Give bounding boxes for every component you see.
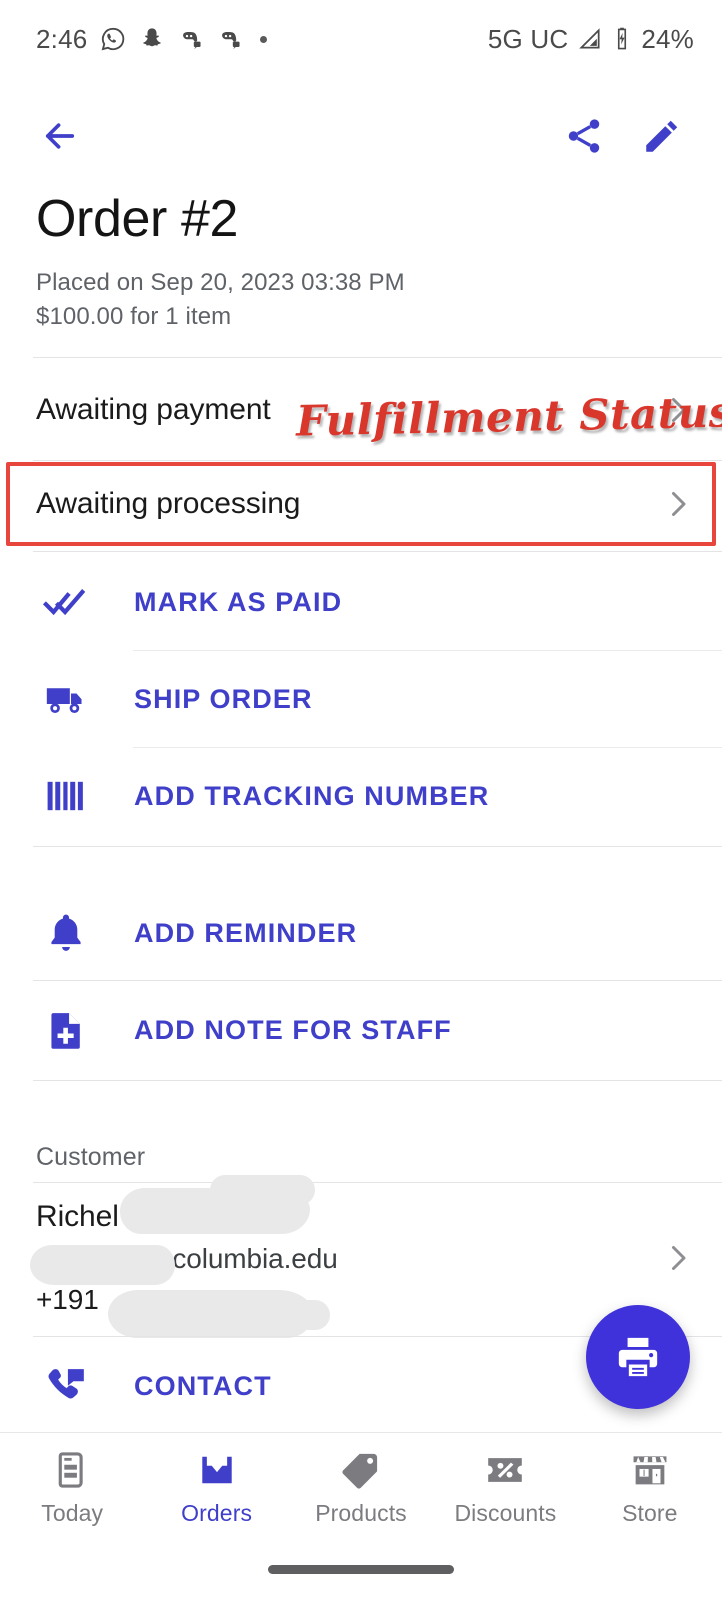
share-button[interactable]	[554, 106, 614, 166]
done-all-icon	[36, 572, 96, 632]
divider	[33, 460, 722, 461]
add-reminder-button[interactable]: ADD REMINDER	[0, 885, 722, 981]
edit-pencil-icon	[646, 120, 678, 152]
payment-status-row[interactable]: Awaiting payment	[0, 369, 722, 451]
print-icon	[618, 1337, 658, 1377]
dot-icon	[260, 35, 268, 43]
order-placed-date: Placed on Sep 20, 2023 03:38 PM	[36, 269, 405, 297]
add-tracking-number-label: ADD TRACKING NUMBER	[134, 780, 490, 811]
network-label: 5G UC	[487, 23, 569, 54]
payment-status-label: Awaiting payment	[36, 393, 271, 426]
order-header: Order #2 Placed on Sep 20, 2023 03:38 PM…	[36, 190, 686, 334]
customer-email: @columbia.edu	[144, 1243, 338, 1274]
nav-label-today: Today	[41, 1499, 104, 1526]
note-add-icon	[36, 1000, 96, 1060]
fulfillment-status-label: Awaiting processing	[36, 487, 301, 520]
divider	[33, 357, 722, 358]
customer-row[interactable]: Richel @columbia.edu +191	[0, 1186, 722, 1330]
battery-charging-icon	[618, 27, 627, 50]
nav-label-store: Store	[622, 1499, 678, 1526]
nav-label-products: Products	[315, 1499, 407, 1526]
bell-icon	[36, 903, 96, 963]
edit-button[interactable]	[632, 106, 692, 166]
app-bar	[0, 95, 722, 177]
page-title: Order #2	[36, 190, 239, 248]
status-bar-clock: 2:46	[36, 23, 88, 54]
customer-details: Richel @columbia.edu +191	[36, 1200, 338, 1316]
nav-item-today[interactable]: Today	[0, 1433, 144, 1543]
nav-label-orders: Orders	[181, 1499, 253, 1526]
chevron-right-icon	[660, 1240, 696, 1276]
discord-icon	[222, 31, 240, 50]
chevron-right-icon	[660, 392, 696, 428]
barcode-icon	[36, 766, 96, 826]
gesture-home-bar[interactable]	[268, 1565, 454, 1574]
status-bar-left: 2:46	[36, 24, 488, 55]
order-total: $100.00 for 1 item	[36, 303, 232, 331]
divider	[33, 980, 722, 981]
nav-item-store[interactable]: Store	[578, 1433, 722, 1543]
back-arrow-icon	[45, 123, 75, 149]
print-fab-button[interactable]	[586, 1305, 690, 1409]
add-reminder-label: ADD REMINDER	[134, 917, 358, 948]
order-meta: Placed on Sep 20, 2023 03:38 PM $100.00 …	[36, 266, 686, 334]
whatsapp-icon	[102, 27, 125, 51]
chevron-right-icon	[660, 486, 696, 522]
nav-item-products[interactable]: Products	[289, 1433, 433, 1543]
customer-section-label: Customer	[36, 1143, 146, 1171]
share-icon	[568, 119, 600, 153]
divider	[33, 846, 722, 847]
divider	[33, 551, 722, 552]
divider	[33, 1182, 722, 1183]
back-button[interactable]	[30, 106, 90, 166]
status-bar-right: 5G UC 24%	[488, 24, 694, 55]
nav-item-orders[interactable]: Orders	[144, 1433, 288, 1543]
customer-phone: +191	[36, 1284, 99, 1315]
snapchat-icon	[143, 28, 162, 47]
mark-as-paid-label: MARK AS PAID	[134, 586, 343, 617]
divider	[33, 1080, 722, 1081]
add-note-for-staff-label: ADD NOTE FOR STAFF	[134, 1014, 452, 1045]
discord-icon	[183, 31, 201, 50]
fulfillment-status-row[interactable]: Awaiting processing	[0, 463, 722, 545]
mark-as-paid-button[interactable]: MARK AS PAID	[0, 554, 722, 650]
ship-order-button[interactable]: SHIP ORDER	[0, 651, 722, 747]
add-tracking-number-button[interactable]: ADD TRACKING NUMBER	[0, 748, 722, 844]
nav-label-discounts: Discounts	[454, 1499, 557, 1526]
add-note-for-staff-button[interactable]: ADD NOTE FOR STAFF	[0, 982, 722, 1078]
customer-name: Richel	[36, 1200, 119, 1233]
status-bar: 2:46 5G UC 24%	[0, 0, 722, 78]
ticket-percent-icon	[488, 1457, 523, 1482]
inbox-download-icon	[201, 1456, 232, 1483]
tag-icon	[342, 1453, 378, 1489]
phone-message-icon	[36, 1356, 96, 1416]
signal-triangle-icon	[579, 28, 600, 49]
nav-item-discounts[interactable]: Discounts	[433, 1433, 577, 1543]
today-receipt-icon	[58, 1451, 83, 1488]
order-detail-screen: 2:46 5G UC 24% Order #2 Placed on Sep 20…	[0, 0, 722, 1600]
storefront-icon	[633, 1455, 667, 1484]
battery-percent: 24%	[641, 23, 694, 54]
local-shipping-truck-icon	[36, 669, 96, 729]
bottom-navigation: Today Orders Products Discounts Store	[0, 1432, 722, 1542]
contact-label: CONTACT	[134, 1370, 272, 1401]
ship-order-label: SHIP ORDER	[134, 683, 313, 714]
